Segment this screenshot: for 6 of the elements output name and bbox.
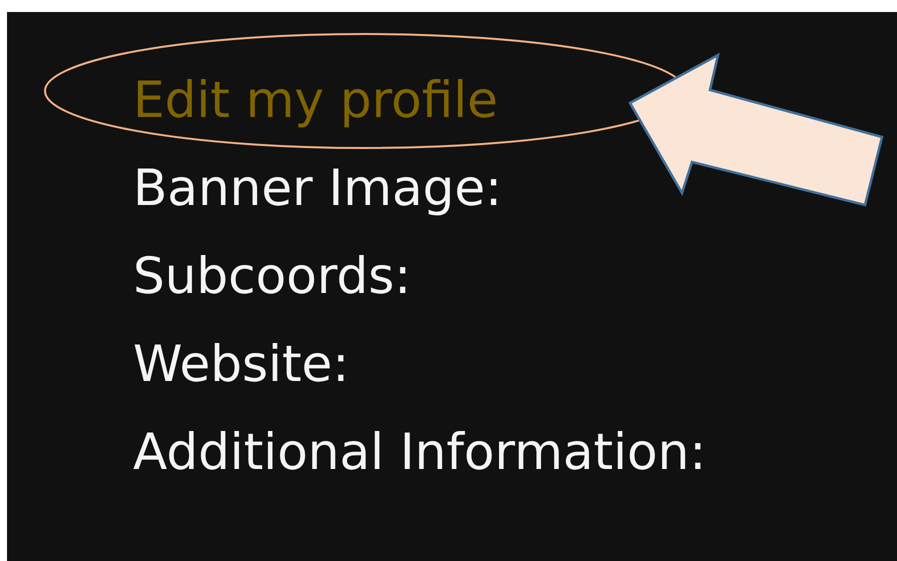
field-label: Additional Information:: [133, 422, 706, 483]
field-label: Subcoords:: [133, 246, 412, 307]
field-label: Banner Image:: [133, 158, 502, 219]
field-label: Website:: [133, 334, 350, 395]
edit-profile-link[interactable]: Edit my profile: [133, 62, 498, 138]
arrow-icon: [628, 52, 884, 207]
